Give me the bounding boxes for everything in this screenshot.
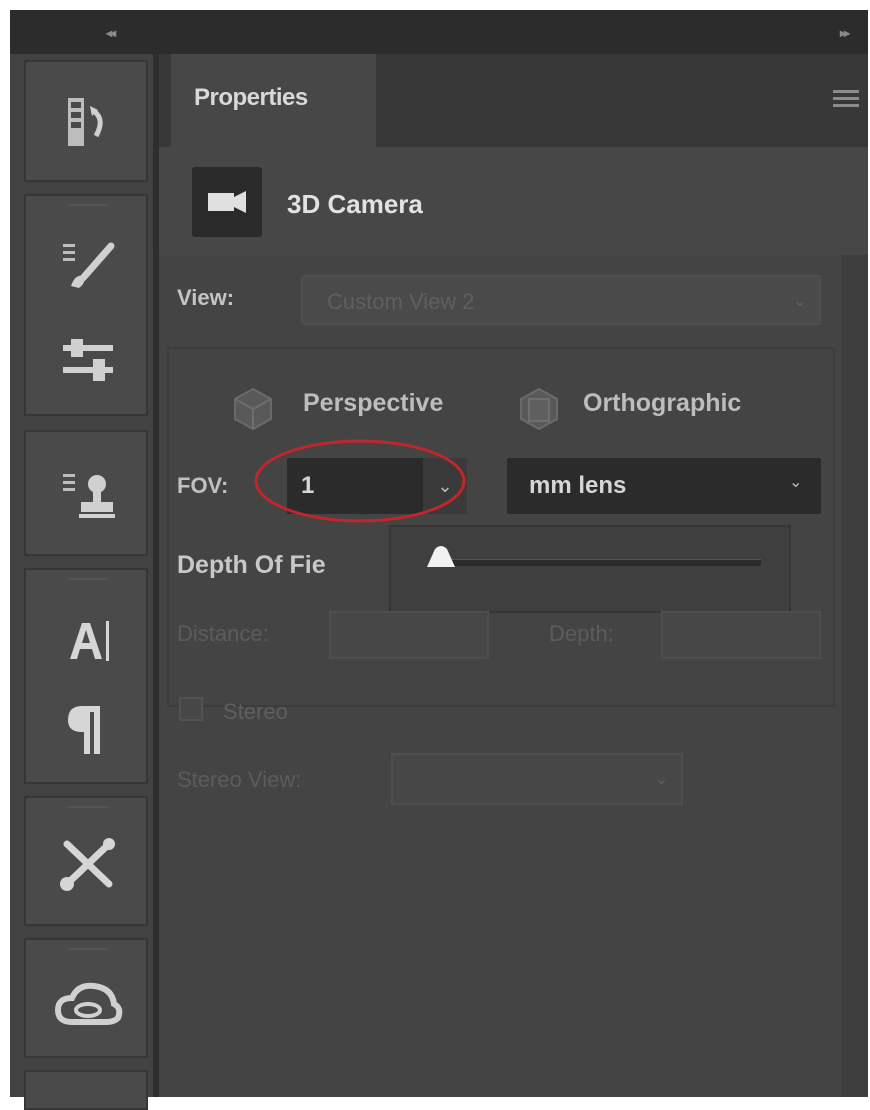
- panel-tab-bar: Properties: [159, 54, 868, 147]
- fov-slider-popup: [389, 525, 791, 613]
- depth-of-field-label: Depth Of Fie: [177, 551, 326, 579]
- chevron-down-icon: ⌄: [789, 474, 803, 491]
- orthographic-label[interactable]: Orthographic: [583, 389, 741, 418]
- expand-right-icon[interactable]: ▸▸: [840, 26, 850, 40]
- camera-properties-section: View: Custom View 2 ⌄ Perspective Orthog…: [159, 255, 841, 1097]
- hamburger-menu-icon[interactable]: [833, 90, 859, 108]
- tools-icon[interactable]: [26, 826, 150, 906]
- tab-properties[interactable]: Properties: [171, 54, 376, 147]
- fov-unit-select[interactable]: mm lens ⌄: [507, 458, 821, 514]
- chevron-down-icon: ⌄: [655, 771, 669, 788]
- fov-unit-value: mm lens: [529, 472, 627, 499]
- character-icon[interactable]: [26, 606, 150, 676]
- stereo-view-label: Stereo View:: [177, 767, 302, 792]
- brush-presets-icon[interactable]: [26, 226, 150, 306]
- tool-group-empty: [24, 1070, 148, 1110]
- collapse-left-icon[interactable]: ◂◂: [106, 26, 116, 40]
- tool-group-type: [24, 568, 148, 784]
- stereo-checkbox[interactable]: [179, 697, 203, 721]
- tool-group-brush: [24, 194, 148, 416]
- perspective-cube-icon[interactable]: [227, 383, 279, 440]
- perspective-label[interactable]: Perspective: [303, 389, 443, 418]
- tool-group-cc: [24, 938, 148, 1058]
- depth-input[interactable]: [661, 611, 821, 659]
- tool-group-clone: [24, 430, 148, 556]
- distance-label: Distance:: [177, 621, 269, 646]
- stereo-view-select[interactable]: ⌄: [391, 753, 683, 805]
- fov-slider-track[interactable]: [439, 559, 761, 566]
- fov-label: FOV:: [177, 473, 229, 498]
- slider-thumb[interactable]: [423, 543, 459, 574]
- panel-dock-header: ◂◂ ▸▸: [10, 10, 868, 54]
- camera-header: 3D Camera: [159, 147, 868, 255]
- clone-source-icon[interactable]: [26, 454, 150, 534]
- orthographic-cube-icon[interactable]: [513, 383, 565, 440]
- panel-icon-strip: [10, 54, 153, 1110]
- view-select[interactable]: Custom View 2 ⌄: [301, 275, 821, 325]
- stereo-label: Stereo: [223, 699, 288, 724]
- view-label: View:: [177, 285, 235, 310]
- paragraph-icon[interactable]: [26, 690, 150, 770]
- tool-group-tools: [24, 796, 148, 926]
- distance-input[interactable]: [329, 611, 489, 659]
- camera-title: 3D Camera: [287, 189, 423, 219]
- properties-panel: Properties 3D Camera View: Custom View 2…: [159, 54, 868, 1097]
- view-value: Custom View 2: [327, 289, 475, 314]
- creative-cloud-icon[interactable]: [26, 966, 150, 1046]
- photoshop-window: ◂◂ ▸▸ Properties 3D Camera View: Custom …: [10, 10, 868, 1110]
- chevron-down-icon: ⌄: [793, 293, 807, 310]
- tool-group-history: [24, 60, 148, 182]
- depth-label: Depth:: [549, 621, 614, 646]
- tab-label: Properties: [194, 84, 308, 111]
- red-annotation-circle: [254, 439, 466, 523]
- video-camera-icon: [192, 167, 262, 237]
- adjustments-icon[interactable]: [26, 321, 150, 401]
- panel-scroll-rail[interactable]: [841, 255, 868, 1097]
- history-icon[interactable]: [26, 82, 150, 162]
